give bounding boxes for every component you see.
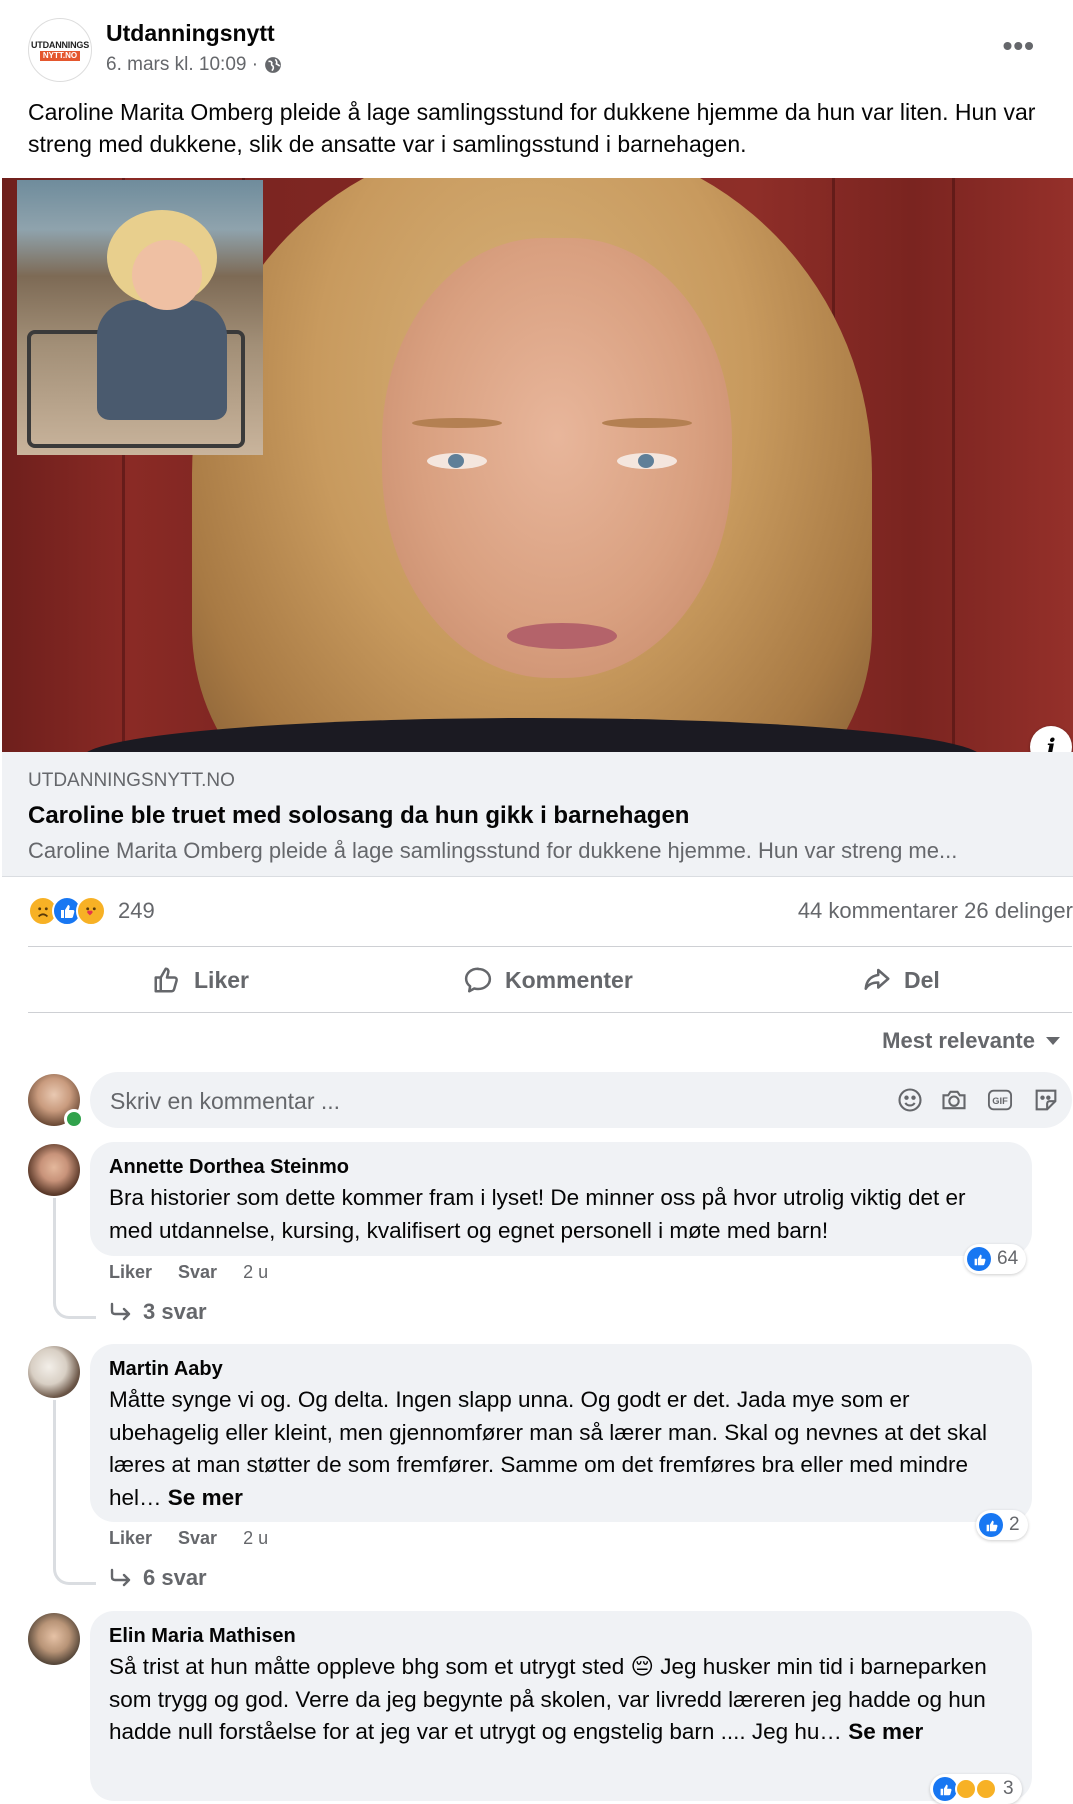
replies-count: 3 svar [143,1299,207,1324]
logo-text: UTDANNINGS [31,39,89,50]
comment-actions: Liker Svar 2 u [109,1262,268,1283]
childhood-photo-inset [17,180,263,455]
comment-author[interactable]: Martin Aaby [109,1358,223,1381]
view-replies-button[interactable]: 3 svar [109,1299,207,1325]
link-title: Caroline ble truet med solosang da hun g… [28,802,690,829]
comment-bubble: Elin Maria Mathisen Så trist at hun mått… [90,1611,1032,1801]
divider [28,1012,1072,1013]
caret-down-icon [1046,1037,1060,1045]
comment-author[interactable]: Elin Maria Mathisen [109,1625,296,1648]
reaction-count: 249 [118,898,155,923]
share-button[interactable]: Del [862,960,940,1000]
comment-sort-dropdown[interactable]: Mest relevante [882,1028,1061,1054]
reply-arrow-icon [110,1302,131,1321]
comment-button[interactable]: Kommenter [463,960,633,1000]
comment-composer[interactable]: GIF [90,1072,1072,1130]
commenter-avatar[interactable] [28,1613,80,1665]
comment-reactions[interactable]: 3 [930,1774,1022,1804]
comment-label: Kommenter [505,966,633,993]
comment-bubble: Annette Dorthea Steinmo Bra historier so… [90,1142,1032,1256]
like-label: Liker [194,966,249,993]
like-reaction-icon [967,1247,991,1271]
link-preview[interactable]: UTDANNINGSNYTT.NO Caroline ble truet med… [2,752,1073,877]
camera-icon[interactable] [940,1086,968,1114]
post-timestamp[interactable]: 6. mars kl. 10:09 · [106,54,258,76]
sticker-icon[interactable] [1032,1086,1060,1114]
sort-label: Mest relevante [882,1028,1035,1053]
comment-reactions[interactable]: 2 [976,1510,1028,1540]
portrait-face [382,238,732,678]
comment-reply-button[interactable]: Svar [178,1262,217,1283]
thread-line [53,1198,56,1296]
facebook-post: UTDANNINGS NYTT.NO Utdanningsnytt 6. mar… [0,0,1073,1804]
thread-connector [53,1560,96,1585]
reaction-summary[interactable]: 249 [28,896,155,926]
comment-count[interactable]: 44 kommentarer [798,898,958,923]
comment-input[interactable] [108,1072,772,1130]
reply-arrow-icon [110,1568,131,1587]
comment-author[interactable]: Annette Dorthea Steinmo [109,1156,349,1179]
comment-reply-button[interactable]: Svar [178,1528,217,1549]
comment-text-body: Så trist at hun måtte oppleve bhg som et… [109,1654,625,1679]
like-reaction-icon [933,1777,957,1801]
commenter-avatar[interactable] [28,1346,80,1398]
see-more-link[interactable]: Se mer [168,1485,243,1510]
like-reaction-icon [979,1513,1003,1537]
post-text: Caroline Marita Omberg pleide å lage sam… [28,99,1036,157]
post-meta: 6. mars kl. 10:09 · [106,54,282,76]
care-reaction-icon [955,1778,977,1800]
pensive-emoji: 😔 [630,1654,655,1679]
comment-text: Så trist at hun måtte oppleve bhg som et… [109,1651,1014,1749]
link-domain: UTDANNINGSNYTT.NO [28,770,235,791]
comment-like-button[interactable]: Liker [109,1262,152,1283]
thumbs-up-icon [154,967,178,993]
comment-time[interactable]: 2 u [243,1262,268,1283]
see-more-link[interactable]: Se mer [848,1719,923,1744]
divider [28,946,1072,947]
thread-line [53,1400,56,1562]
comment-reaction-count: 3 [1003,1778,1014,1799]
thread-connector [53,1294,96,1319]
comment-text: Bra historier som dette kommer fram i ly… [109,1185,966,1243]
svg-text:GIF: GIF [992,1096,1008,1106]
gif-icon[interactable]: GIF [986,1086,1014,1114]
comment-text: Måtte synge vi og. Og delta. Ingen slapp… [109,1384,1014,1514]
page-avatar[interactable]: UTDANNINGS NYTT.NO [28,18,92,82]
online-status-indicator [64,1109,84,1129]
logo-subtext: NYTT.NO [39,50,81,61]
comment-like-button[interactable]: Liker [109,1528,152,1549]
sad-reaction-icon [975,1778,997,1800]
speech-bubble-icon [464,967,492,993]
comment-bubble: Martin Aaby Måtte synge vi og. Og delta.… [90,1344,1032,1522]
comment-reaction-count: 64 [997,1248,1019,1269]
comment-actions: Liker Svar 2 u [109,1528,268,1549]
comment-reactions[interactable]: 64 [964,1244,1027,1274]
like-button[interactable]: Liker [152,960,249,1000]
view-replies-button[interactable]: 6 svar [109,1565,207,1591]
comment-time[interactable]: 2 u [243,1528,268,1549]
link-description: Caroline Marita Omberg pleide å lage sam… [28,838,958,863]
care-reaction-icon [76,896,106,926]
share-count[interactable]: 26 delinger [964,898,1073,923]
share-label: Del [904,966,940,993]
post-image[interactable] [2,178,1073,752]
emoji-icon[interactable] [896,1086,924,1114]
replies-count: 6 svar [143,1565,207,1590]
commenter-avatar[interactable] [28,1144,80,1196]
more-options-icon[interactable]: ••• [1003,30,1035,62]
comment-reaction-count: 2 [1009,1514,1020,1535]
page-name[interactable]: Utdanningsnytt [106,20,275,47]
post-stats: 44 kommentarer 26 delinger [798,898,1073,924]
globe-icon [265,57,281,73]
share-arrow-icon [864,968,890,990]
